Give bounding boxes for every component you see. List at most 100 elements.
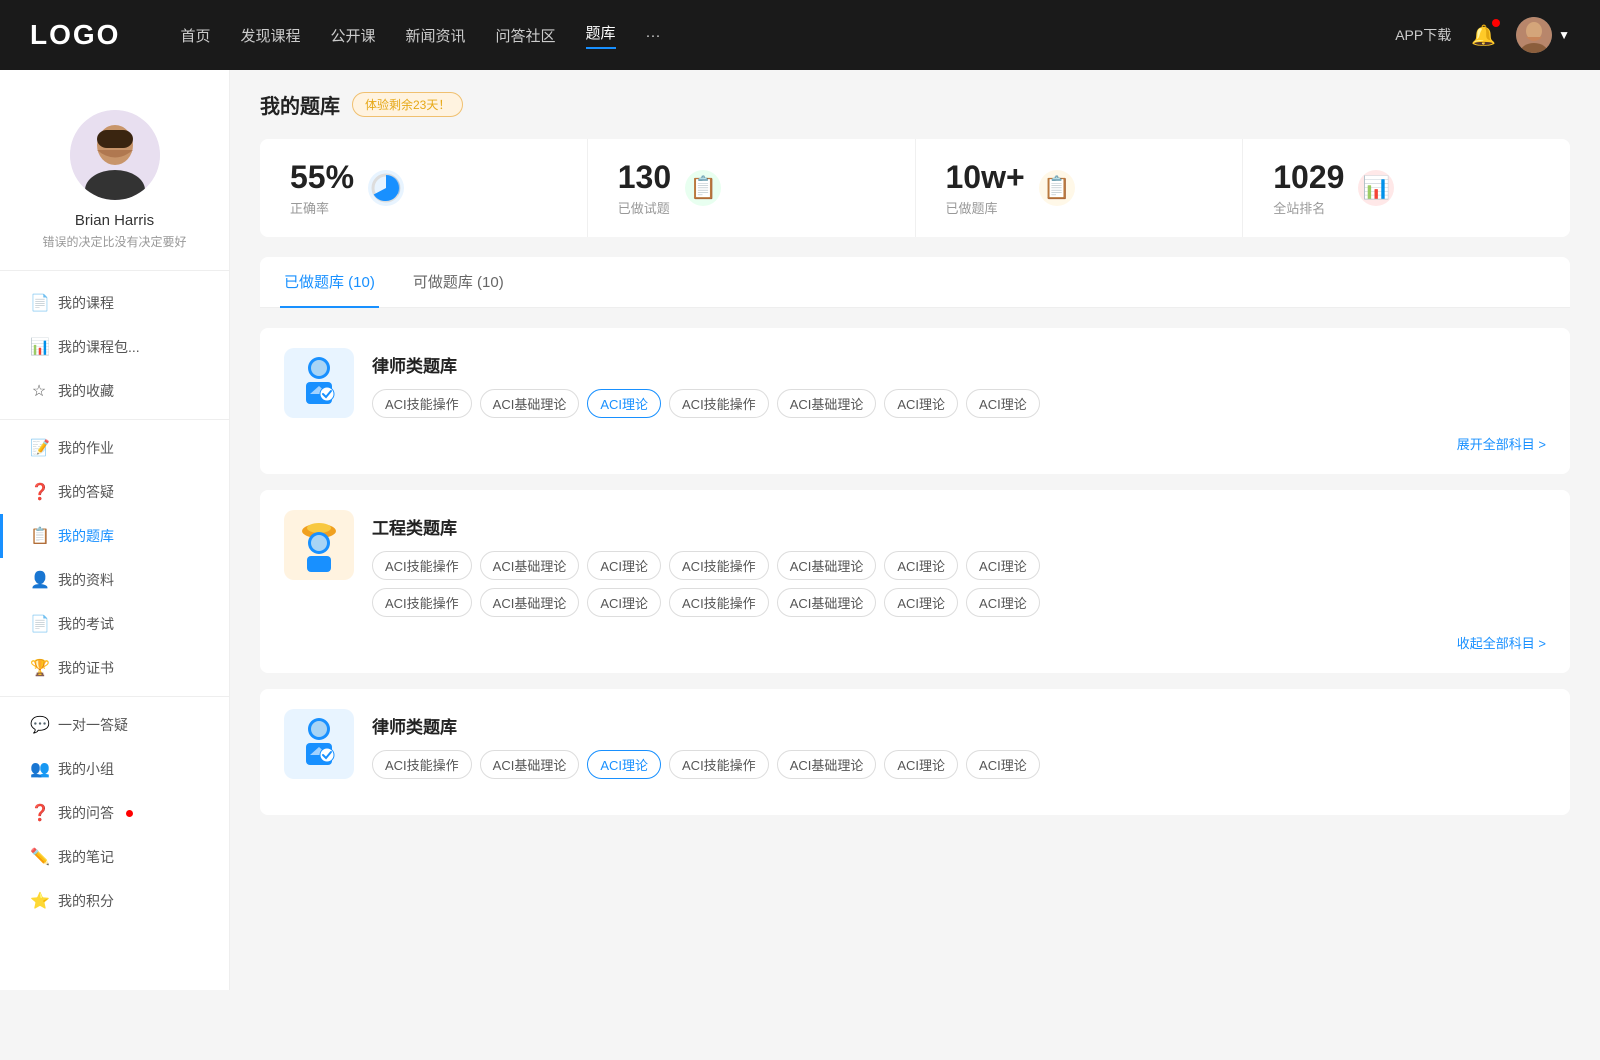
tag-item[interactable]: ACI理论: [966, 588, 1040, 617]
stat-accuracy: 55% 正确率: [260, 139, 588, 237]
lawyer-icon-wrap: [284, 348, 354, 418]
tag-item[interactable]: ACI理论: [884, 389, 958, 418]
tag-item-active[interactable]: ACI理论: [587, 389, 661, 418]
main-content: 我的题库 体验剩余23天！ 55% 正确率: [230, 70, 1600, 990]
expand-link-lawyer-1[interactable]: 展开全部科目 >: [1457, 433, 1546, 456]
sidebar-item-my-course[interactable]: 📄 我的课程: [0, 281, 229, 325]
sidebar-item-label: 我的笔记: [58, 847, 114, 867]
sidebar-item-my-course-pack[interactable]: 📊 我的课程包...: [0, 325, 229, 369]
tags-row-engineer-1: ACI技能操作 ACI基础理论 ACI理论 ACI技能操作 ACI基础理论 AC…: [372, 551, 1546, 580]
tag-item[interactable]: ACI理论: [966, 551, 1040, 580]
sidebar-item-my-profile[interactable]: 👤 我的资料: [0, 558, 229, 602]
sidebar-item-label: 我的作业: [58, 438, 114, 458]
nav-more[interactable]: ···: [646, 27, 661, 44]
sidebar-item-my-homework[interactable]: 📝 我的作业: [0, 426, 229, 470]
tags-body-lawyer-1: 律师类题库 ACI技能操作 ACI基础理论 ACI理论 ACI技能操作 ACI基…: [372, 348, 1546, 418]
tag-item[interactable]: ACI技能操作: [669, 588, 769, 617]
tag-item[interactable]: ACI基础理论: [480, 588, 580, 617]
qbank-icon: 📋: [30, 526, 48, 546]
stat-info-rank: 1029 全站排名: [1273, 159, 1344, 217]
nav-home[interactable]: 首页: [180, 25, 210, 46]
tag-item[interactable]: ACI基础理论: [777, 588, 877, 617]
sidebar-item-label: 我的课程: [58, 293, 114, 313]
sidebar-item-my-cert[interactable]: 🏆 我的证书: [0, 646, 229, 690]
avatar: [1516, 17, 1552, 53]
tag-item[interactable]: ACI技能操作: [372, 750, 472, 779]
user-avatar-menu[interactable]: ▼: [1516, 17, 1570, 53]
nav-qa[interactable]: 问答社区: [496, 25, 556, 46]
nav-discover[interactable]: 发现课程: [240, 25, 300, 46]
sidebar-item-my-exam[interactable]: 📄 我的考试: [0, 602, 229, 646]
tab-done-qbank[interactable]: 已做题库 (10): [280, 257, 379, 308]
done-qbank-icon: 📋: [1039, 170, 1075, 206]
chat-icon: 💬: [30, 715, 48, 735]
group-icon: 👥: [30, 759, 48, 779]
tag-item[interactable]: ACI基础理论: [777, 750, 877, 779]
qbank-card-lawyer-1: 律师类题库 ACI技能操作 ACI基础理论 ACI理论 ACI技能操作 ACI基…: [260, 328, 1570, 474]
qbank-title-lawyer-1: 律师类题库: [372, 348, 1546, 377]
nav-news[interactable]: 新闻资讯: [406, 25, 466, 46]
tag-item[interactable]: ACI技能操作: [669, 750, 769, 779]
tag-item[interactable]: ACI理论: [884, 551, 958, 580]
exam-icon: 📄: [30, 614, 48, 634]
tags-row-lawyer-1: ACI技能操作 ACI基础理论 ACI理论 ACI技能操作 ACI基础理论 AC…: [372, 389, 1546, 418]
qbank-header-lawyer-1: 律师类题库 ACI技能操作 ACI基础理论 ACI理论 ACI技能操作 ACI基…: [284, 348, 1546, 418]
sidebar-item-my-points[interactable]: ⭐ 我的积分: [0, 879, 229, 923]
tag-item[interactable]: ACI基础理论: [480, 551, 580, 580]
sidebar-item-my-notes[interactable]: ✏️ 我的笔记: [0, 835, 229, 879]
tag-item[interactable]: ACI技能操作: [372, 389, 472, 418]
sidebar-item-my-group[interactable]: 👥 我的小组: [0, 747, 229, 791]
tag-item[interactable]: ACI技能操作: [372, 551, 472, 580]
tag-item[interactable]: ACI理论: [884, 588, 958, 617]
profile-motto: 错误的决定比没有决定要好: [42, 233, 186, 250]
nav-qbank[interactable]: 题库: [586, 22, 616, 49]
qanda-icon: ❓: [30, 482, 48, 502]
tag-item[interactable]: ACI理论: [587, 551, 661, 580]
sidebar-item-label: 我的积分: [58, 891, 114, 911]
sidebar-item-label: 我的考试: [58, 614, 114, 634]
tag-item[interactable]: ACI理论: [587, 588, 661, 617]
sidebar-item-label: 我的题库: [58, 526, 114, 546]
sidebar-item-label: 一对一答疑: [58, 715, 128, 735]
trial-badge: 体验剩余23天！: [352, 92, 463, 117]
stat-label-rank: 全站排名: [1273, 198, 1344, 217]
points-icon: ⭐: [30, 891, 48, 911]
sidebar-profile: Brian Harris 错误的决定比没有决定要好: [0, 100, 229, 271]
stat-info-done: 130 已做试题: [618, 159, 671, 217]
tag-item[interactable]: ACI理论: [966, 750, 1040, 779]
profile-avatar: [70, 110, 160, 200]
notification-bell[interactable]: 🔔: [1471, 23, 1496, 48]
tag-item[interactable]: ACI理论: [966, 389, 1040, 418]
stat-info-qbank: 10w+ 已做题库: [946, 159, 1025, 217]
nav-opencourse[interactable]: 公开课: [330, 25, 375, 46]
cert-icon: 🏆: [30, 658, 48, 678]
star-icon: ☆: [30, 381, 48, 401]
tag-item[interactable]: ACI基础理论: [777, 551, 877, 580]
notes-icon: ✏️: [30, 847, 48, 867]
tag-item[interactable]: ACI技能操作: [669, 551, 769, 580]
page-title: 我的题库: [260, 90, 340, 119]
qbank-header-lawyer-2: 律师类题库 ACI技能操作 ACI基础理论 ACI理论 ACI技能操作 ACI基…: [284, 709, 1546, 779]
collapse-link-engineer[interactable]: 收起全部科目 >: [1457, 632, 1546, 655]
stat-label-accuracy: 正确率: [290, 198, 354, 217]
logo[interactable]: LOGO: [30, 19, 120, 51]
chevron-down-icon: ▼: [1558, 28, 1570, 42]
sidebar-item-1on1[interactable]: 💬 一对一答疑: [0, 703, 229, 747]
tag-item[interactable]: ACI理论: [884, 750, 958, 779]
tag-item[interactable]: ACI基础理论: [480, 750, 580, 779]
sidebar-item-my-qbank[interactable]: 📋 我的题库: [0, 514, 229, 558]
tag-item-active[interactable]: ACI理论: [587, 750, 661, 779]
accuracy-icon: [368, 170, 404, 206]
tag-item[interactable]: ACI基础理论: [480, 389, 580, 418]
tag-item[interactable]: ACI基础理论: [777, 389, 877, 418]
app-download-button[interactable]: APP下载: [1395, 25, 1451, 45]
sidebar-item-my-favorites[interactable]: ☆ 我的收藏: [0, 369, 229, 413]
done-questions-icon: 📋: [685, 170, 721, 206]
page-header: 我的题库 体验剩余23天！: [260, 90, 1570, 119]
stat-label-qbank: 已做题库: [946, 198, 1025, 217]
sidebar-item-my-questions[interactable]: ❓ 我的问答: [0, 791, 229, 835]
sidebar-item-my-qanda[interactable]: ❓ 我的答疑: [0, 470, 229, 514]
tag-item[interactable]: ACI技能操作: [372, 588, 472, 617]
tab-todo-qbank[interactable]: 可做题库 (10): [409, 257, 508, 308]
tag-item[interactable]: ACI技能操作: [669, 389, 769, 418]
